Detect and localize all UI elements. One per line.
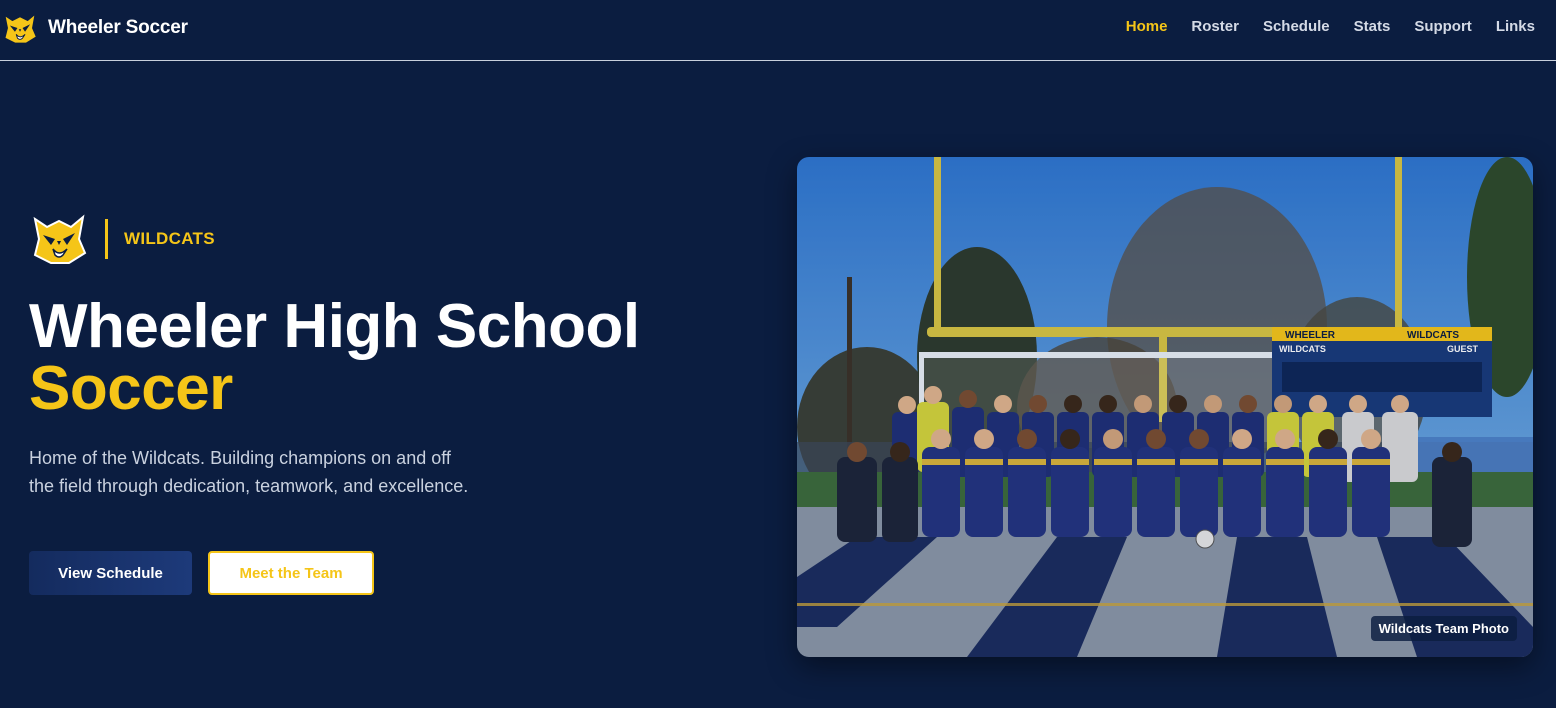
wildcat-mascot-icon xyxy=(33,214,87,264)
nav-link-schedule[interactable]: Schedule xyxy=(1263,18,1330,35)
nav-link-links[interactable]: Links xyxy=(1496,18,1535,35)
nav-link-stats[interactable]: Stats xyxy=(1354,18,1391,35)
team-photo-illustration: WHEELER WILDCATS WILDCATS GUEST xyxy=(797,157,1533,657)
top-navbar: Wheeler Soccer Home Roster Schedule Stat… xyxy=(0,0,1556,61)
page-title: Wheeler High School Soccer xyxy=(29,296,640,420)
main-nav: Home Roster Schedule Stats Support Links xyxy=(1126,18,1535,36)
meet-the-team-button[interactable]: Meet the Team xyxy=(208,551,374,595)
brand-name: Wheeler Soccer xyxy=(48,17,188,38)
view-schedule-button[interactable]: View Schedule xyxy=(29,551,192,595)
badge-divider xyxy=(105,219,108,259)
brand-home-link[interactable]: Wheeler Soccer xyxy=(0,9,188,47)
nav-link-support[interactable]: Support xyxy=(1414,18,1472,35)
nav-link-roster[interactable]: Roster xyxy=(1191,18,1239,35)
wildcat-mascot-icon xyxy=(3,12,38,44)
hero-badge: WILDCATS xyxy=(29,209,215,269)
title-line-1: Wheeler High School xyxy=(29,292,640,361)
hero-description: Home of the Wildcats. Building champions… xyxy=(29,448,469,496)
team-photo: WHEELER WILDCATS WILDCATS GUEST Wildcats… xyxy=(797,157,1533,657)
nav-link-home[interactable]: Home xyxy=(1126,18,1168,35)
badge-label: WILDCATS xyxy=(124,229,215,248)
title-line-2: Soccer xyxy=(29,354,233,423)
photo-caption: Wildcats Team Photo xyxy=(1370,616,1517,641)
